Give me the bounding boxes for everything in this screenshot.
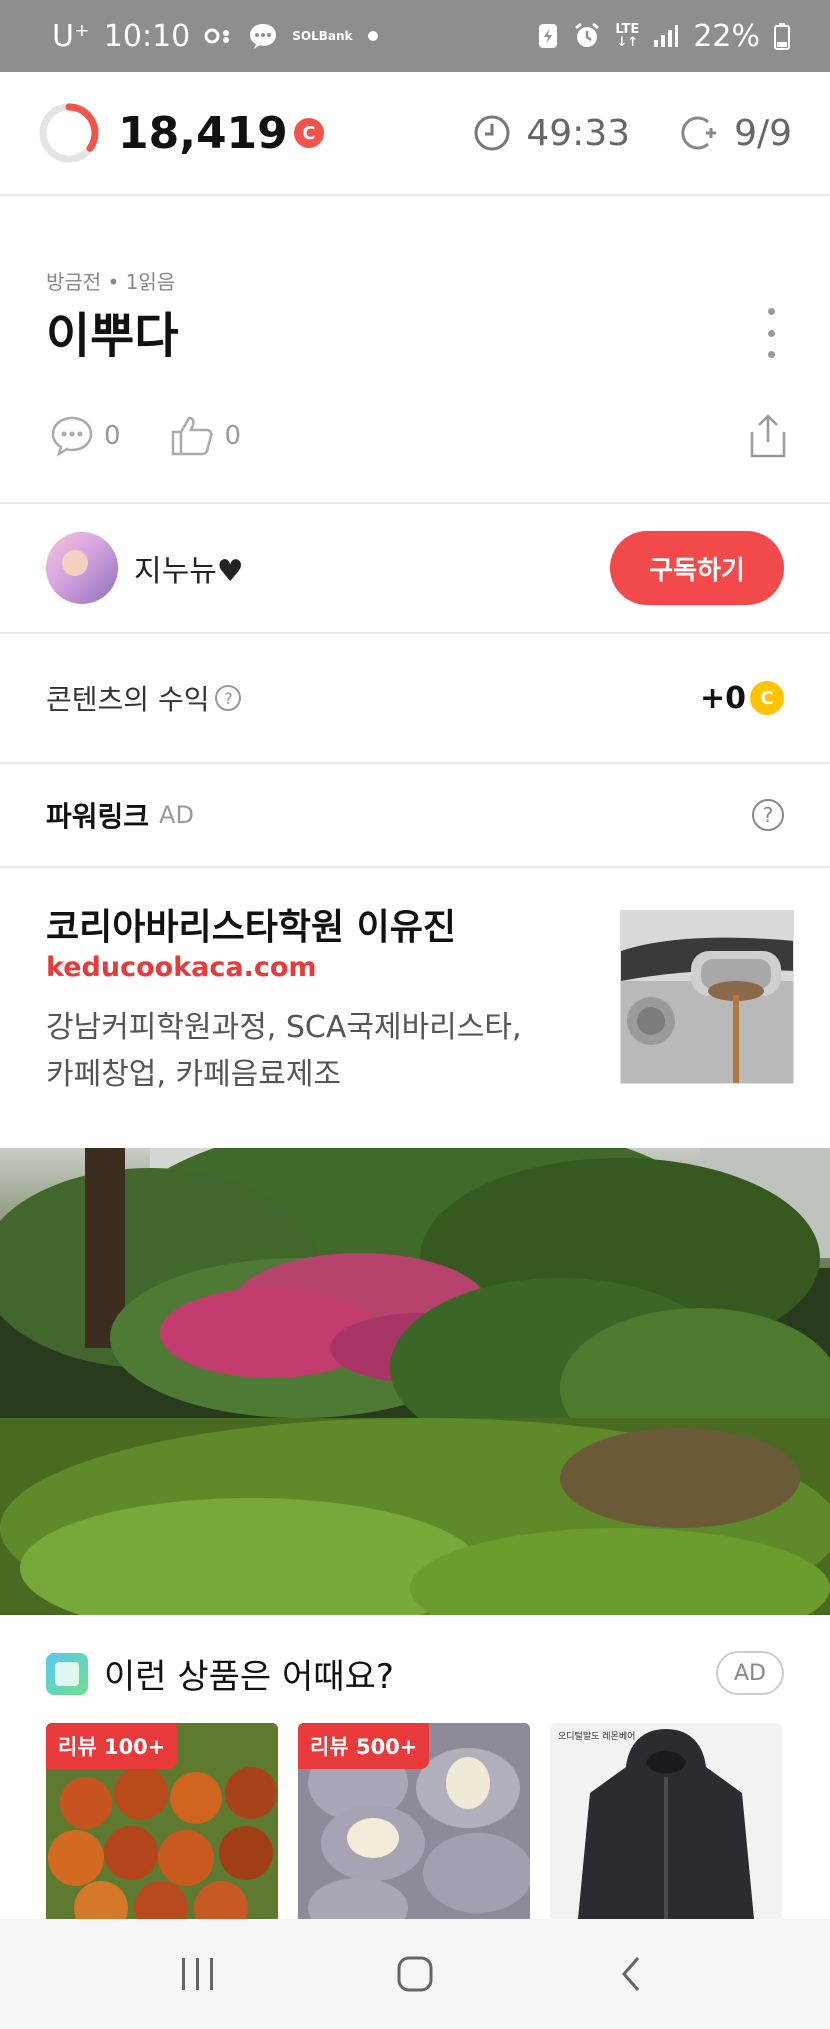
reward-header: 18,419 C 49:33 9/9: [0, 72, 830, 196]
alarm-icon: [573, 22, 601, 50]
post-actions: 0 0: [50, 414, 241, 458]
product-recommendations: 이런 상품은 어때요? AD 리뷰 100+ 리뷰 500+ 오디털말도 레몬베…: [0, 1615, 830, 1919]
product-card[interactable]: 오디털말도 레몬베어: [550, 1723, 782, 1919]
status-right: LTE ↓↑ 22%: [537, 19, 790, 54]
post-photo[interactable]: [0, 1148, 830, 1615]
comment-button[interactable]: 0: [50, 415, 121, 457]
timer-group: 49:33: [472, 113, 630, 154]
thumbs-up-icon: [171, 416, 213, 456]
coin-icon: C: [750, 681, 784, 715]
avatar[interactable]: [46, 532, 118, 604]
product-card[interactable]: 리뷰 500+: [298, 1723, 530, 1919]
recent-apps-icon: [182, 1958, 214, 1990]
revenue-section: 콘텐츠의 수익 ? +0 C: [0, 634, 830, 764]
signal-icon: [653, 24, 679, 48]
home-button[interactable]: [375, 1934, 455, 2014]
review-badge: 리뷰 100+: [46, 1723, 178, 1769]
recent-apps-button[interactable]: [158, 1934, 238, 2014]
product-card[interactable]: 리뷰 100+: [46, 1723, 278, 1919]
sol-label: SOL: [292, 29, 319, 43]
battery-icon: [774, 22, 790, 50]
back-icon: [621, 1957, 639, 1991]
message-icon: [248, 22, 278, 50]
author-section: 지누뉴♥ 구독하기: [0, 504, 830, 634]
status-left: U⁺ 10:10 SOL Bank: [52, 19, 379, 54]
dot: [767, 329, 775, 337]
powerlink-header: 파워링크 AD ?: [0, 764, 830, 868]
clock: 10:10: [103, 18, 191, 54]
revenue-help-icon[interactable]: ?: [215, 685, 242, 711]
post-meta: 방금전 • 1읽음: [46, 270, 176, 294]
battery-saver-icon: [537, 22, 559, 50]
review-badge: 리뷰 500+: [298, 1723, 430, 1769]
garden-image: [0, 1148, 830, 1615]
ad-url[interactable]: keducookaca.com: [46, 952, 317, 983]
timer-value: 49:33: [526, 112, 631, 154]
shopping-bag-icon: [46, 1652, 88, 1695]
products-title: 이런 상품은 어때요?: [104, 1657, 394, 1697]
status-bar: U⁺ 10:10 SOL Bank LTE ↓↑ 22%: [0, 0, 830, 72]
voicemail-icon: [204, 26, 234, 46]
battery-percent: 22%: [693, 18, 760, 54]
powerlink-title: 파워링크: [46, 800, 150, 833]
ad-title[interactable]: 코리아바리스타학원 이유진: [46, 898, 456, 950]
more-options-button[interactable]: [756, 308, 786, 358]
carrier-label: U⁺: [52, 18, 90, 54]
read-count: 9/9: [734, 112, 792, 154]
product-list: 리뷰 100+ 리뷰 500+ 오디털말도 레몬베어: [46, 1723, 782, 1919]
sol-bank-icon: SOL Bank: [292, 30, 352, 42]
jacket-image: [550, 1723, 782, 1919]
progress-ring-icon: [39, 103, 99, 163]
author-name[interactable]: 지누뉴♥: [134, 546, 244, 590]
ad-description: 강남커피학원과정, SCA국제바리스타, 카페창업, 카페음료제조: [46, 1004, 586, 1098]
ad-description-line: 카페창업, 카페음료제조: [46, 1057, 342, 1092]
lte-arrows: ↓↑: [616, 35, 639, 50]
lte-icon: LTE ↓↑: [615, 23, 639, 49]
points-total: 18,419: [118, 107, 288, 159]
dot-icon: [367, 30, 379, 42]
espresso-thumbnail[interactable]: [620, 910, 794, 1084]
ad-label: AD: [159, 801, 194, 829]
ad-description-line: 강남커피학원과정, SCA국제바리스타,: [46, 1010, 522, 1045]
revenue-value-group: +0 C: [700, 681, 784, 716]
read-count-group: 9/9: [678, 112, 792, 154]
like-count: 0: [224, 421, 242, 451]
share-icon: [750, 414, 786, 458]
product-caption: 오디털말도 레몬베어: [558, 1732, 636, 1742]
home-icon: [397, 1956, 433, 1992]
like-button[interactable]: 0: [169, 414, 242, 458]
coin-icon: C: [293, 118, 324, 148]
dot: [767, 351, 775, 358]
revenue-label: 콘텐츠의 수익: [46, 683, 210, 716]
bank-label: Bank: [318, 29, 353, 43]
products-ad-badge[interactable]: AD: [716, 1651, 784, 1695]
share-button[interactable]: [746, 412, 790, 464]
subscribe-button[interactable]: 구독하기: [610, 531, 784, 605]
post-title: 이뿌다: [46, 308, 179, 364]
ad-card[interactable]: 코리아바리스타학원 이유진 keducookaca.com 강남커피학원과정, …: [0, 868, 830, 1148]
coin-plus-icon: [681, 116, 717, 150]
espresso-machine-image: [621, 911, 793, 1083]
system-nav-bar: [0, 1919, 830, 2029]
products-header: 이런 상품은 어때요?: [46, 1649, 394, 1698]
back-button[interactable]: [592, 1934, 672, 2014]
post-section: 방금전 • 1읽음 이뿌다 0 0: [0, 196, 830, 504]
header-stats: 49:33 9/9: [472, 112, 792, 154]
dot: [767, 308, 775, 315]
powerlink-help-icon[interactable]: ?: [752, 799, 784, 831]
clock-icon: [474, 115, 510, 151]
comment-count: 0: [104, 421, 121, 451]
revenue-value: +0: [699, 680, 746, 716]
comment-icon: [51, 416, 93, 457]
